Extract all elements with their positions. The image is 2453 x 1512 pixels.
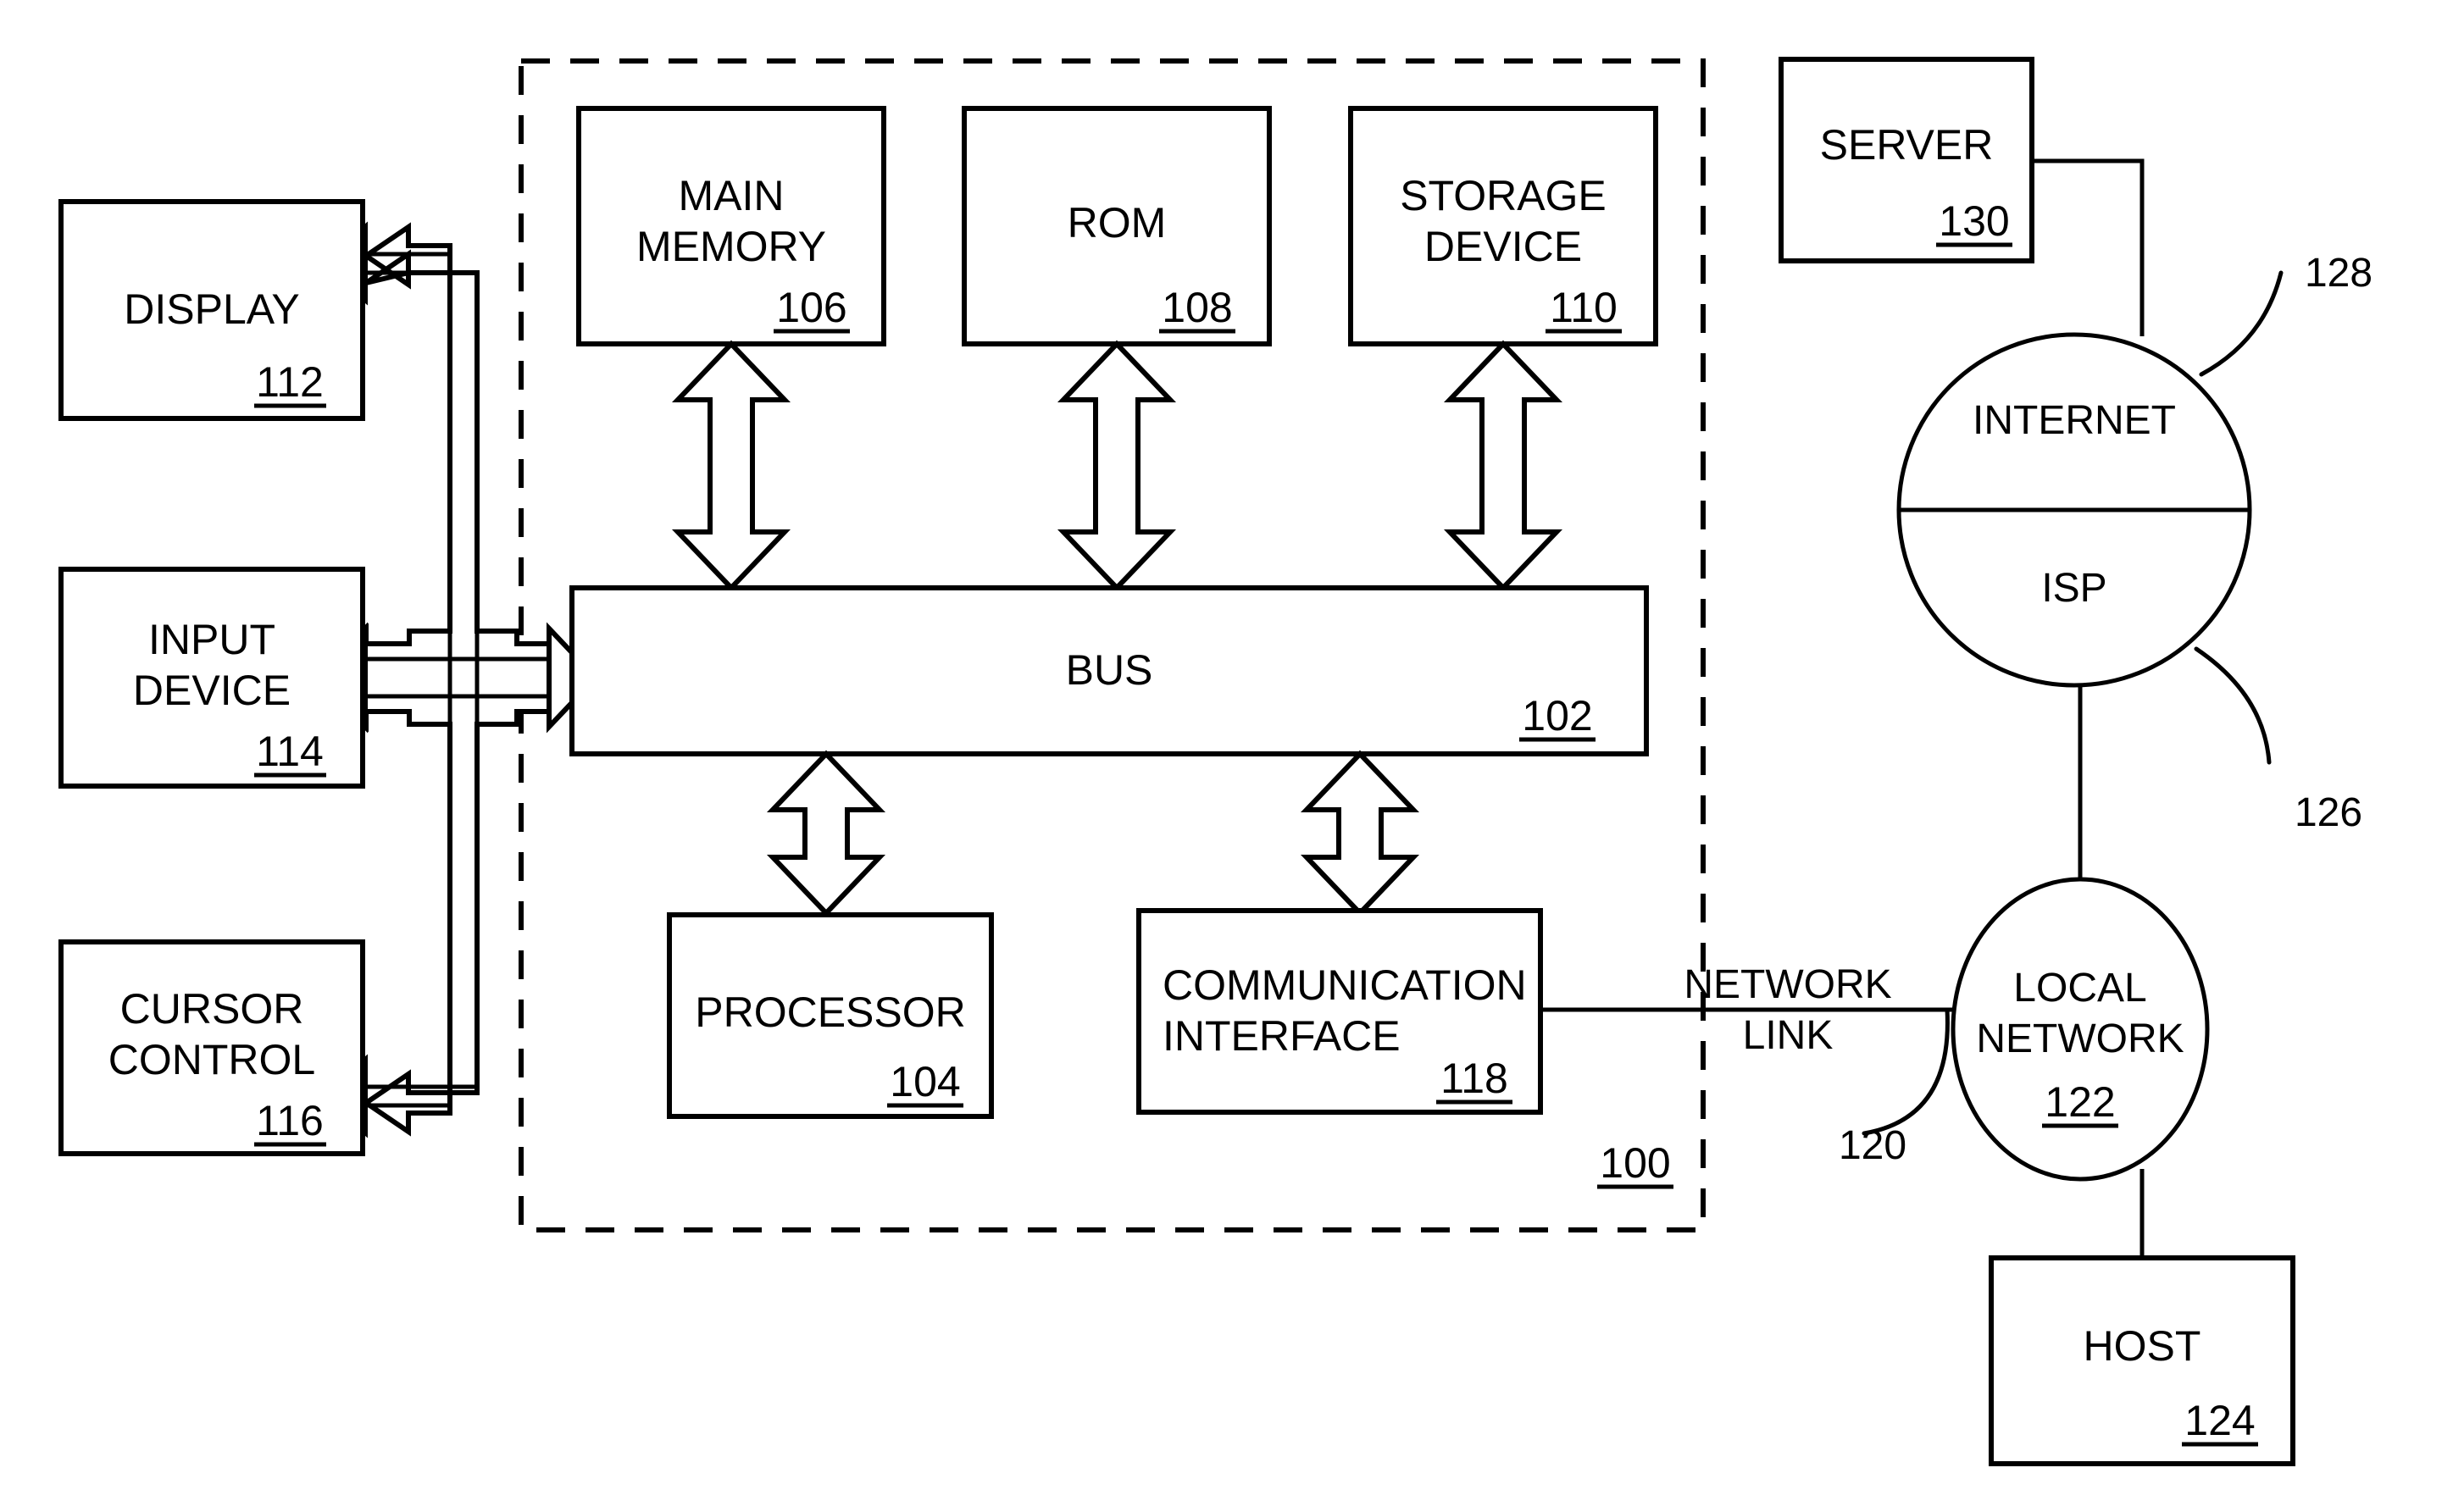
communication-interface-label-line2: INTERFACE (1163, 1012, 1401, 1060)
communication-interface-ref: 118 (1440, 1055, 1508, 1102)
communication-interface-label-line1: COMMUNICATION (1163, 961, 1527, 1009)
local-network-label-line2: NETWORK (1976, 1016, 2184, 1061)
system-ref-100: 100 (1600, 1139, 1670, 1187)
network-link-label-line2: LINK (1743, 1013, 1834, 1058)
storage-device-label-line1: STORAGE (1400, 172, 1607, 219)
network-link-ref: 120 (1839, 1123, 1906, 1168)
patent-figure-container: DISPLAY 112 INPUT DEVICE 114 CURSOR CONT… (0, 0, 2453, 1512)
rom-ref: 108 (1162, 284, 1232, 331)
isp-ref: 126 (2295, 790, 2362, 835)
network-link-leader (1862, 1007, 1950, 1136)
main-memory-bus-arrow (671, 340, 791, 592)
internet-ref-leader (2199, 270, 2284, 377)
input-device-label-line2: DEVICE (133, 667, 291, 714)
network-link-label-line1: NETWORK (1684, 962, 1891, 1007)
internet-label: INTERNET (1973, 398, 2176, 443)
main-memory-label-line2: MEMORY (636, 223, 826, 270)
bus-communication-interface-arrow (1300, 750, 1420, 917)
host-label: HOST (2084, 1322, 2201, 1370)
input-device-label-line1: INPUT (148, 616, 275, 663)
rom-label: ROM (1068, 199, 1167, 246)
input-device-ref: 114 (256, 728, 324, 775)
bus-processor-arrow (766, 750, 886, 917)
display-ref: 112 (256, 358, 324, 406)
bus-label: BUS (1066, 646, 1153, 694)
isp-label: ISP (2041, 566, 2106, 611)
internet-ref: 128 (2305, 251, 2373, 296)
local-network-ref: 122 (2045, 1078, 2115, 1126)
local-network-label-line1: LOCAL (2013, 966, 2146, 1011)
cursor-control-label-line2: CONTROL (108, 1036, 315, 1083)
server-ref: 130 (1939, 197, 2009, 245)
cursor-control-ref: 116 (256, 1097, 324, 1144)
processor-label: PROCESSOR (695, 989, 966, 1036)
main-memory-ref: 106 (776, 284, 846, 331)
processor-ref: 104 (890, 1058, 960, 1105)
isp-ref-leader (2194, 646, 2272, 765)
server-internet-line (2032, 158, 2145, 336)
cursor-control-label-line1: CURSOR (120, 985, 304, 1033)
storage-device-label-line2: DEVICE (1424, 223, 1582, 270)
computer-system-diagram: DISPLAY 112 INPUT DEVICE 114 CURSOR CONT… (58, 57, 2373, 1466)
server-label: SERVER (1820, 121, 1994, 169)
storage-device-ref: 110 (1550, 284, 1618, 331)
storage-device-bus-arrow (1443, 340, 1563, 592)
rom-bus-arrow (1057, 340, 1177, 592)
display-label: DISPLAY (124, 285, 300, 333)
host-ref: 124 (2184, 1397, 2255, 1444)
main-memory-label-line1: MAIN (679, 172, 785, 219)
bus-ref: 102 (1522, 692, 1592, 739)
